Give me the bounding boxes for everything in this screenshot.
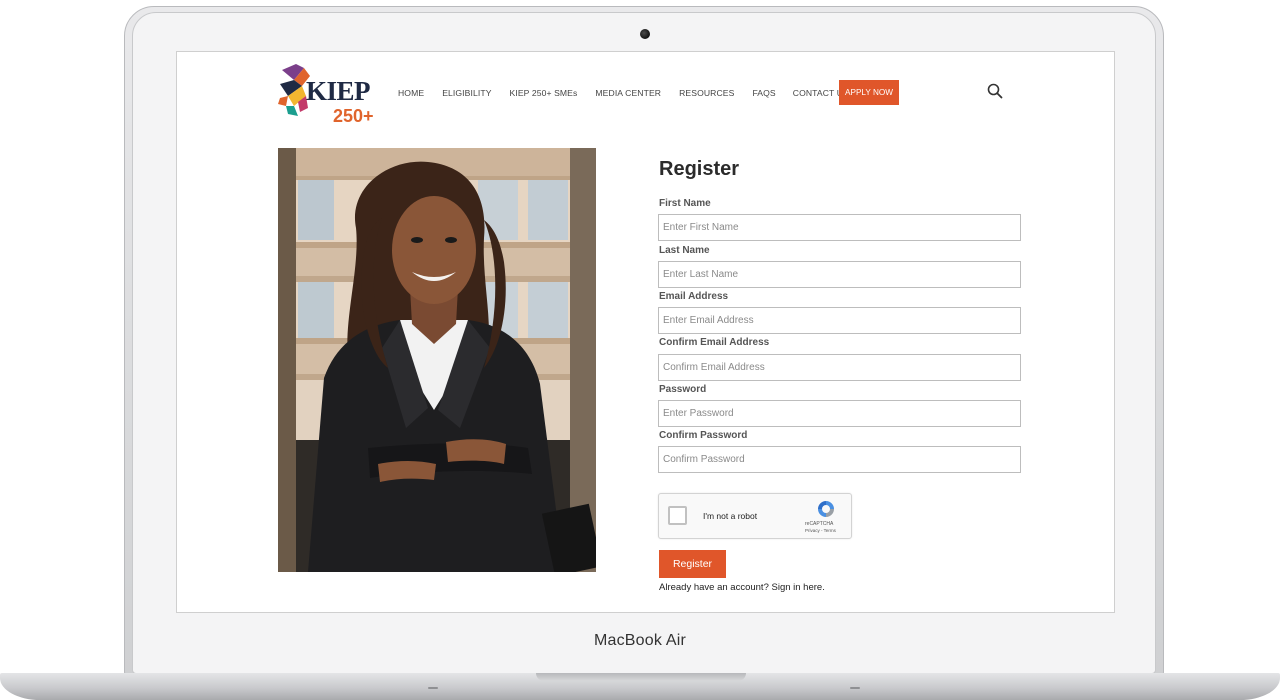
recaptcha-widget: I'm not a robot reCAPTCHA Privacy - Term… <box>658 493 852 539</box>
hero-photo <box>278 148 596 572</box>
browser-screen: KIEP 250+ HOME ELIGIBILITY KIEP 250+ SME… <box>176 51 1115 613</box>
confirm-email-input[interactable] <box>658 354 1021 381</box>
password-label: Password <box>659 384 707 395</box>
recaptcha-checkbox[interactable] <box>668 506 687 525</box>
laptop-foot <box>850 687 860 689</box>
register-title: Register <box>659 158 740 180</box>
kiep-logo[interactable]: KIEP 250+ <box>276 62 376 126</box>
email-label: Email Address <box>659 291 729 302</box>
email-input[interactable] <box>658 307 1021 334</box>
last-name-label: Last Name <box>659 245 710 256</box>
apply-now-button[interactable]: APPLY NOW <box>839 80 899 105</box>
recaptcha-label: I'm not a robot <box>703 511 758 521</box>
camera-icon <box>640 29 650 39</box>
password-input[interactable] <box>658 400 1021 427</box>
first-name-label: First Name <box>659 198 711 209</box>
confirm-email-label: Confirm Email Address <box>659 337 770 348</box>
recaptcha-brand: reCAPTCHA <box>805 521 834 527</box>
nav-resources[interactable]: RESOURCES <box>679 88 734 98</box>
sign-in-link[interactable]: Already have an account? Sign in here. <box>659 582 825 593</box>
laptop-foot <box>428 687 438 689</box>
logo-wordmark: KIEP <box>306 76 371 106</box>
register-button[interactable]: Register <box>659 550 726 578</box>
nav-faqs[interactable]: FAQS <box>752 88 775 98</box>
laptop-notch <box>536 673 746 681</box>
first-name-input[interactable] <box>658 214 1021 241</box>
nav-home[interactable]: HOME <box>398 88 424 98</box>
nav-eligibility[interactable]: ELIGIBILITY <box>442 88 491 98</box>
confirm-password-input[interactable] <box>658 446 1021 473</box>
logo-number: 250+ <box>333 106 374 126</box>
last-name-input[interactable] <box>658 261 1021 288</box>
recaptcha-terms-link[interactable]: Privacy - Terms <box>805 528 836 533</box>
main-nav: HOME ELIGIBILITY KIEP 250+ SMEs MEDIA CE… <box>398 88 867 98</box>
nav-media-center[interactable]: MEDIA CENTER <box>595 88 661 98</box>
device-brand: MacBook Air <box>593 632 686 649</box>
confirm-password-label: Confirm Password <box>659 430 748 441</box>
search-icon[interactable] <box>987 83 1003 99</box>
nav-kiep-smes[interactable]: KIEP 250+ SMEs <box>510 88 578 98</box>
recaptcha-icon <box>818 501 834 517</box>
